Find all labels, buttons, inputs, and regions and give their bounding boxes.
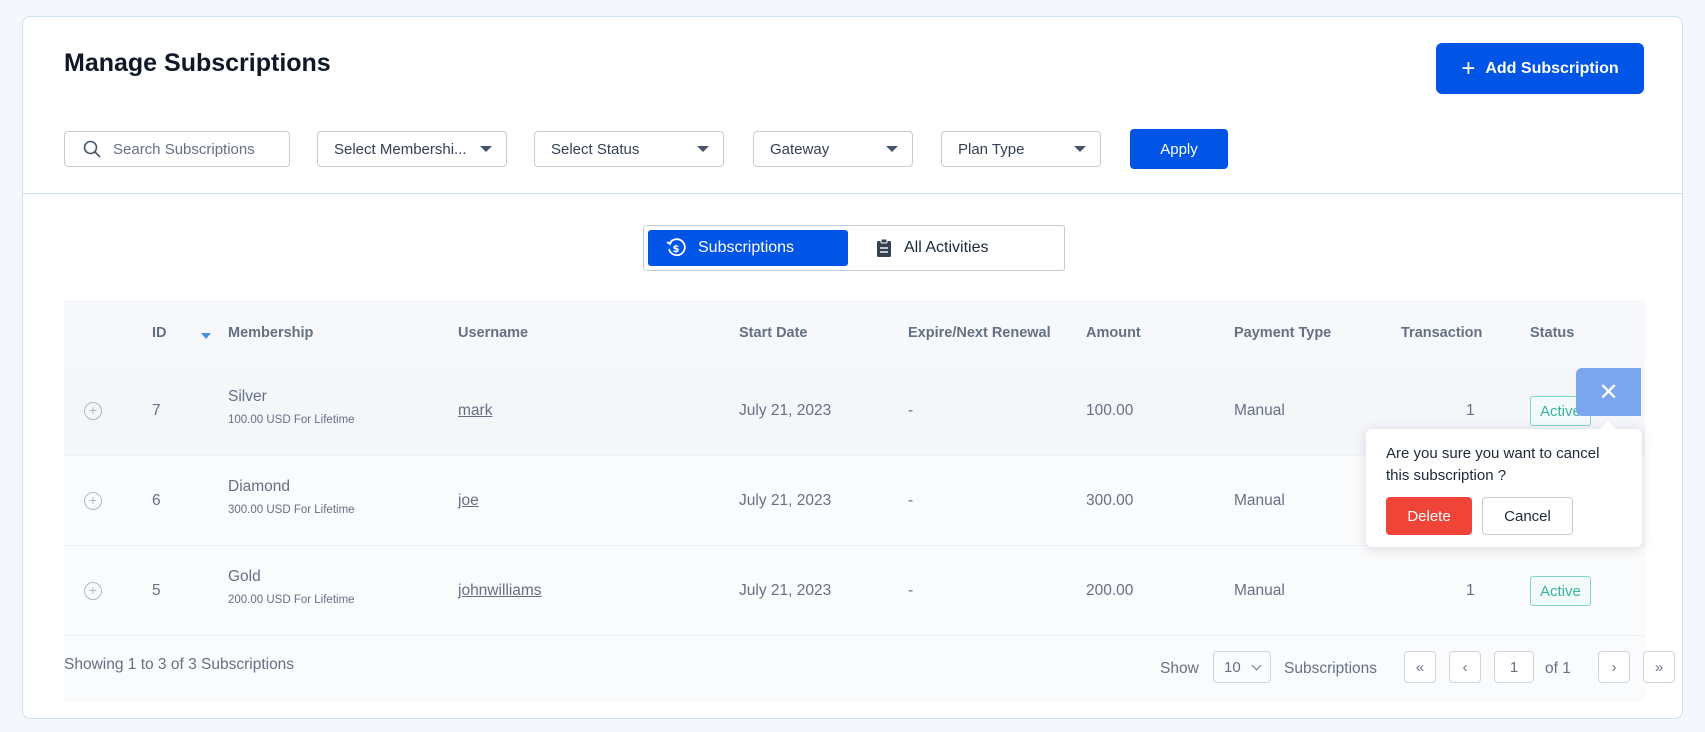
cell-payment-type: Manual bbox=[1234, 582, 1285, 599]
col-username: Username bbox=[458, 325, 529, 341]
username-link[interactable]: mark bbox=[458, 366, 492, 456]
popover-actions: Delete Cancel bbox=[1386, 497, 1622, 535]
search-box[interactable] bbox=[64, 131, 290, 167]
close-popover-button[interactable]: ✕ bbox=[1576, 368, 1641, 416]
username-link[interactable]: johnwilliams bbox=[458, 546, 542, 636]
cell-id: 5 bbox=[152, 582, 161, 599]
caret-down-icon bbox=[480, 146, 492, 152]
cell-payment-type: Manual bbox=[1234, 402, 1285, 419]
col-amount: Amount bbox=[1086, 325, 1141, 341]
prev-page-button[interactable]: ‹ bbox=[1449, 651, 1481, 683]
gateway-select-value: Gateway bbox=[770, 140, 830, 158]
tab-subscriptions-label: Subscriptions bbox=[698, 239, 795, 256]
tab-all-activities[interactable]: All Activities bbox=[848, 230, 1060, 266]
show-label: Show bbox=[1160, 660, 1199, 677]
cell-amount: 300.00 bbox=[1086, 492, 1134, 509]
last-page-button[interactable]: » bbox=[1643, 651, 1675, 683]
cell-status: Active bbox=[1530, 546, 1591, 636]
col-membership: Membership bbox=[228, 325, 314, 341]
membership-select-value: Select Membershi... bbox=[334, 140, 467, 158]
add-subscription-label: Add Subscription bbox=[1485, 59, 1619, 77]
cell-expire: - bbox=[908, 492, 914, 509]
sort-desc-icon[interactable] bbox=[201, 333, 211, 339]
table-header: ID Membership Username Start Date Expire… bbox=[64, 300, 1645, 366]
page-total: of 1 bbox=[1545, 660, 1571, 677]
per-page-select[interactable]: 10 bbox=[1213, 651, 1271, 683]
col-expire: Expire/Next Renewal bbox=[908, 325, 1051, 341]
cell-amount: 200.00 bbox=[1086, 582, 1134, 599]
cell-expire: - bbox=[908, 402, 914, 419]
svg-text:$: $ bbox=[673, 244, 680, 255]
table-footer: Showing 1 to 3 of 3 Subscriptions Show 1… bbox=[64, 636, 1675, 702]
table-row: + 5 Gold 200.00 USD For Lifetime johnwil… bbox=[64, 546, 1645, 636]
cell-transaction: 1 bbox=[1466, 582, 1475, 599]
username-link[interactable]: joe bbox=[458, 456, 479, 546]
caret-down-icon bbox=[886, 146, 898, 152]
chevron-down-icon bbox=[1251, 660, 1262, 670]
expand-row-icon[interactable]: + bbox=[84, 402, 102, 420]
showing-count: Showing 1 to 3 of 3 Subscriptions bbox=[64, 656, 295, 673]
per-page-value: 10 bbox=[1224, 658, 1241, 676]
next-page-button[interactable]: › bbox=[1598, 651, 1630, 683]
membership-name: Diamond bbox=[228, 478, 291, 495]
cancel-confirm-popover: Are you sure you want to cancel this sub… bbox=[1366, 421, 1642, 547]
dollar-refresh-icon: $ bbox=[666, 238, 686, 257]
subscriptions-label: Subscriptions bbox=[1284, 660, 1378, 677]
cancel-button[interactable]: Cancel bbox=[1482, 497, 1573, 535]
apply-button[interactable]: Apply bbox=[1130, 129, 1228, 169]
page-input[interactable]: 1 bbox=[1494, 651, 1534, 683]
cell-id: 7 bbox=[152, 402, 161, 419]
plus-icon: + bbox=[1461, 54, 1476, 82]
filter-bar: Select Membershi... Select Status Gatewa… bbox=[23, 129, 1682, 169]
col-transaction: Transaction bbox=[1401, 325, 1483, 341]
status-select-value: Select Status bbox=[551, 140, 640, 158]
membership-price: 100.00 USD For Lifetime bbox=[228, 414, 355, 426]
divider bbox=[23, 193, 1682, 194]
cell-membership: Diamond 300.00 USD For Lifetime bbox=[228, 478, 355, 516]
view-tabs: $ Subscriptions All Activities bbox=[643, 225, 1065, 271]
tab-subscriptions[interactable]: $ Subscriptions bbox=[648, 230, 848, 266]
col-status: Status bbox=[1530, 325, 1575, 341]
cell-id: 6 bbox=[152, 492, 161, 509]
expand-row-icon[interactable]: + bbox=[84, 582, 102, 600]
search-icon bbox=[83, 140, 101, 158]
status-select[interactable]: Select Status bbox=[534, 131, 724, 167]
cell-start-date: July 21, 2023 bbox=[739, 492, 832, 509]
caret-down-icon bbox=[697, 146, 709, 152]
first-page-button[interactable]: « bbox=[1404, 651, 1436, 683]
add-subscription-button[interactable]: + Add Subscription bbox=[1436, 43, 1644, 94]
search-input[interactable] bbox=[113, 140, 263, 158]
cell-start-date: July 21, 2023 bbox=[739, 402, 832, 419]
tab-all-activities-label: All Activities bbox=[904, 239, 989, 256]
col-payment-type: Payment Type bbox=[1234, 325, 1332, 341]
delete-button[interactable]: Delete bbox=[1386, 497, 1472, 535]
page-title: Manage Subscriptions bbox=[64, 49, 331, 77]
gateway-select[interactable]: Gateway bbox=[753, 131, 913, 167]
membership-select[interactable]: Select Membershi... bbox=[317, 131, 507, 167]
confirm-message: Are you sure you want to cancel this sub… bbox=[1386, 445, 1600, 484]
col-id[interactable]: ID bbox=[152, 325, 167, 341]
caret-down-icon bbox=[1074, 146, 1086, 152]
subscriptions-card: Manage Subscriptions + Add Subscription … bbox=[22, 16, 1683, 719]
plan-type-select-value: Plan Type bbox=[958, 140, 1025, 158]
cell-start-date: July 21, 2023 bbox=[739, 582, 832, 599]
clipboard-icon bbox=[877, 238, 891, 257]
cell-membership: Silver 100.00 USD For Lifetime bbox=[228, 388, 355, 426]
plan-type-select[interactable]: Plan Type bbox=[941, 131, 1101, 167]
cell-amount: 100.00 bbox=[1086, 402, 1134, 419]
col-start-date: Start Date bbox=[739, 325, 808, 341]
cell-payment-type: Manual bbox=[1234, 492, 1285, 509]
membership-name: Silver bbox=[228, 388, 267, 405]
membership-name: Gold bbox=[228, 568, 261, 585]
close-icon: ✕ bbox=[1598, 378, 1619, 406]
membership-price: 200.00 USD For Lifetime bbox=[228, 594, 355, 606]
status-badge: Active bbox=[1530, 576, 1591, 606]
membership-price: 300.00 USD For Lifetime bbox=[228, 504, 355, 516]
cell-expire: - bbox=[908, 582, 914, 599]
expand-row-icon[interactable]: + bbox=[84, 492, 102, 510]
cell-membership: Gold 200.00 USD For Lifetime bbox=[228, 568, 355, 606]
